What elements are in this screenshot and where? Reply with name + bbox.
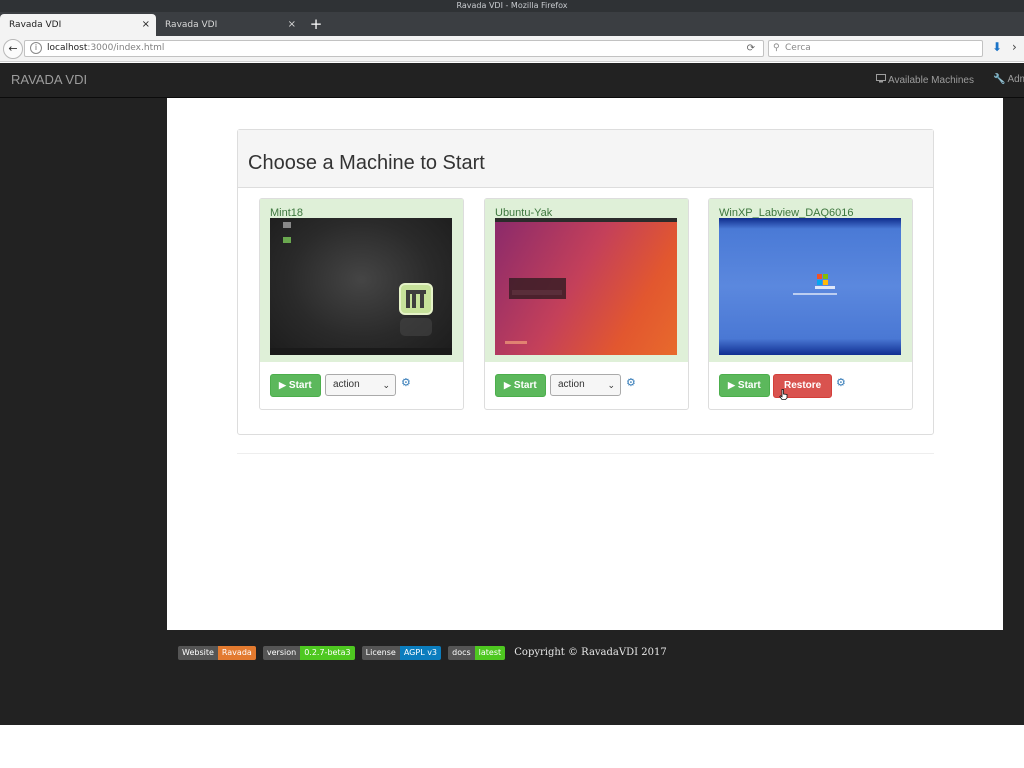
card-header: Ubuntu-Yak <box>485 199 688 362</box>
page-title: Choose a Machine to Start <box>248 152 485 174</box>
badge-license[interactable]: License AGPL v3 <box>361 646 442 660</box>
badge-key: docs <box>448 646 475 660</box>
search-input[interactable]: ⚲ Cerca <box>768 40 983 57</box>
wrench-icon: 🔧 <box>993 74 1006 85</box>
window-title: Ravada VDI - Mozilla Firefox <box>0 0 1024 12</box>
download-icon[interactable]: ⬇ <box>992 40 1002 54</box>
app-navbar: RAVADA VDI Available Machines 🔧 Adm <box>0 63 1024 98</box>
url-text: localhost:3000/index.html <box>47 41 164 56</box>
play-icon: ▶ <box>279 380 286 390</box>
gear-icon[interactable]: ⚙ <box>401 376 411 389</box>
card-header: Mint18 <box>260 199 463 362</box>
tab-strip: Ravada VDI × Ravada VDI × + <box>0 12 1024 36</box>
action-select-value: action <box>333 379 360 390</box>
machine-screenshot[interactable] <box>719 218 901 355</box>
card-footer: ▶ Start action ⌄ ⚙ <box>485 362 688 409</box>
nav-available-machines[interactable]: Available Machines <box>876 74 974 86</box>
gear-icon[interactable]: ⚙ <box>626 376 636 389</box>
main-content: Choose a Machine to Start Mint18 ▶ Start… <box>167 98 1003 630</box>
badge-website[interactable]: Website Ravada <box>178 646 256 660</box>
copyright-text: Copyright © RavadaVDI 2017 <box>514 647 667 658</box>
card-header: WinXP_Labview_DAQ6016 <box>709 199 912 362</box>
play-icon: ▶ <box>504 380 511 390</box>
play-icon: ▶ <box>728 380 735 390</box>
nav-label: Available Machines <box>888 75 974 86</box>
machine-screenshot[interactable] <box>495 218 677 355</box>
badge-key: Website <box>178 646 218 660</box>
tab-close-icon[interactable]: × <box>288 14 296 36</box>
new-tab-button[interactable]: + <box>308 14 324 36</box>
toolbar-overflow-icon[interactable]: › <box>1012 40 1017 54</box>
brand-logo[interactable]: RAVADA VDI <box>11 72 87 87</box>
start-button[interactable]: ▶ Start <box>495 374 546 397</box>
start-button[interactable]: ▶ Start <box>270 374 321 397</box>
reload-icon[interactable]: ⟳ <box>747 41 755 56</box>
badge-value: latest <box>474 646 506 660</box>
badge-value: Ravada <box>217 646 256 660</box>
page-body: RAVADA VDI Available Machines 🔧 Adm Choos… <box>0 63 1024 725</box>
back-arrow-icon[interactable]: ← <box>3 39 23 59</box>
card-footer: ▶ Start Restore ⚙ <box>709 362 912 409</box>
address-bar[interactable]: i localhost:3000/index.html ⟳ <box>24 40 764 57</box>
machine-screenshot[interactable] <box>270 218 452 355</box>
url-host: localhost <box>47 43 88 53</box>
gear-icon[interactable]: ⚙ <box>836 376 846 389</box>
chevron-down-icon: ⌄ <box>382 380 390 390</box>
tab-label: Ravada VDI <box>165 20 218 30</box>
badge-docs[interactable]: docs latest <box>448 646 506 660</box>
tab-ravada-vdi-active[interactable]: Ravada VDI × <box>0 14 156 36</box>
info-icon[interactable]: i <box>30 42 42 54</box>
card-footer: ▶ Start action ⌄ ⚙ <box>260 362 463 409</box>
nav-label: Adm <box>1007 74 1024 85</box>
badge-value: 0.2.7-beta3 <box>300 646 355 660</box>
panel-heading: Choose a Machine to Start <box>238 130 933 188</box>
footer: Website Ravada version 0.2.7-beta3 License… <box>178 646 667 660</box>
tab-close-icon[interactable]: × <box>142 14 150 36</box>
badge-version[interactable]: version 0.2.7-beta3 <box>262 646 355 660</box>
machine-card-ubuntu-yak: Ubuntu-Yak ▶ Start action ⌄ ⚙ <box>484 198 689 410</box>
nav-admin[interactable]: 🔧 Adm <box>993 74 1024 85</box>
tab-label: Ravada VDI <box>9 20 62 30</box>
monitor-icon <box>876 74 886 86</box>
action-select-value: action <box>558 379 585 390</box>
start-label: Start <box>513 380 537 391</box>
action-select[interactable]: action ⌄ <box>325 374 396 396</box>
search-placeholder: Cerca <box>785 43 811 53</box>
search-icon: ⚲ <box>773 43 780 53</box>
start-label: Start <box>737 380 761 391</box>
action-select[interactable]: action ⌄ <box>550 374 621 396</box>
tab-ravada-vdi[interactable]: Ravada VDI × <box>156 14 302 36</box>
hand-cursor-icon <box>779 389 788 400</box>
bottom-blank-area <box>0 725 1024 768</box>
browser-toolbar: ← i localhost:3000/index.html ⟳ ⚲ Cerca <box>0 36 1024 62</box>
start-button[interactable]: ▶ Start <box>719 374 770 397</box>
machine-card-mint18: Mint18 ▶ Start action ⌄ ⚙ <box>259 198 464 410</box>
divider <box>237 453 934 454</box>
machine-card-winxp: WinXP_Labview_DAQ6016 ▶ Start Restore ⚙ <box>708 198 913 410</box>
chevron-down-icon: ⌄ <box>607 380 615 390</box>
start-label: Start <box>288 380 312 391</box>
badge-key: version <box>262 646 301 660</box>
machines-panel: Choose a Machine to Start Mint18 ▶ Start… <box>237 129 934 435</box>
url-path: :3000/index.html <box>87 43 165 53</box>
badge-value: AGPL v3 <box>399 646 442 660</box>
badge-key: License <box>361 646 400 660</box>
